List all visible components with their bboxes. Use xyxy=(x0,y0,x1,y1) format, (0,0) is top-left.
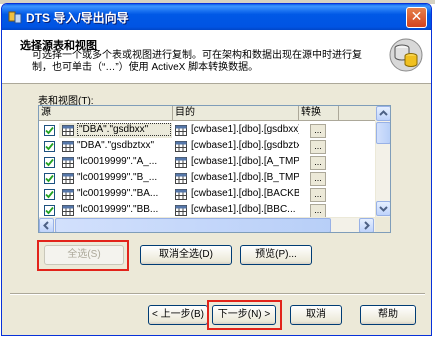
back-button[interactable]: < 上一步(B) xyxy=(148,305,208,325)
scroll-right-button[interactable] xyxy=(359,218,374,232)
scrollbar-corner xyxy=(375,217,390,232)
column-transform[interactable]: 转换 xyxy=(299,106,339,121)
step-description: 可选择一个或多个表或视图进行复制。可在架构和数据出现在源中时进行复制，也可单击（… xyxy=(32,50,362,73)
column-destination[interactable]: 目的 xyxy=(173,106,299,121)
table-icon xyxy=(175,157,187,168)
table-icon xyxy=(175,141,187,152)
transform-button[interactable]: ... xyxy=(310,124,326,138)
checkmark-icon xyxy=(45,126,54,135)
horizontal-scrollbar[interactable] xyxy=(39,217,375,232)
destination-name[interactable]: [cwbase1].[dbo].[A_TMP] xyxy=(191,156,299,167)
destination-name[interactable]: [cwbase1].[dbo].[gsdbztxx] xyxy=(191,140,299,151)
transform-button[interactable]: ... xyxy=(310,204,326,218)
table-row[interactable]: "DBA"."gsdbztxx" [cwbase1].[dbo].[gsdbztx… xyxy=(39,138,375,155)
footer-separator xyxy=(10,293,425,295)
table-icon xyxy=(62,141,74,152)
column-source[interactable]: 源 xyxy=(39,106,173,121)
table-icon xyxy=(175,205,187,216)
window-title: DTS 导入/导出向导 xyxy=(26,11,129,25)
transform-button[interactable]: ... xyxy=(310,172,326,186)
source-name: "lc0019999"."B_... xyxy=(77,172,158,183)
table-icon xyxy=(62,125,74,136)
preview-button[interactable]: 预览(P)... xyxy=(240,245,312,265)
source-name: "DBA"."gsdbxx" xyxy=(77,123,171,136)
dts-app-icon xyxy=(8,10,22,24)
source-name: "lc0019999"."A_... xyxy=(77,156,158,167)
table-icon xyxy=(62,173,74,184)
destination-name[interactable]: [cwbase1].[dbo].[BBC... xyxy=(191,204,299,215)
grid-header: 源 目的 转换 xyxy=(39,106,390,121)
checkmark-icon xyxy=(45,206,54,215)
table-icon xyxy=(175,125,187,136)
row-checkbox[interactable] xyxy=(44,189,55,200)
help-button[interactable]: 帮助 xyxy=(360,305,416,325)
wizard-header: 选择源表和视图 可选择一个或多个表或视图进行复制。可在架构和数据出现在源中时进行… xyxy=(2,30,431,84)
dts-wizard-dialog: DTS 导入/导出向导 ✕ 选择源表和视图 可选择一个或多个表或视图进行复制。可… xyxy=(1,3,432,336)
table-row[interactable]: "DBA"."gsdbxx" [cwbase1].[dbo].[gsdbxx]..… xyxy=(39,122,375,139)
table-row[interactable]: "lc0019999"."A_... [cwbase1].[dbo].[A_TMP… xyxy=(39,154,375,171)
source-name: "lc0019999"."BA... xyxy=(77,188,159,199)
highlight-next xyxy=(207,300,282,330)
title-bar[interactable]: DTS 导入/导出向导 ✕ xyxy=(2,4,431,30)
source-name: "DBA"."gsdbztxx" xyxy=(77,140,155,151)
row-checkbox[interactable] xyxy=(44,157,55,168)
chevron-up-icon xyxy=(379,110,388,116)
table-row[interactable]: "lc0019999"."B_... [cwbase1].[dbo].[B_TMP… xyxy=(39,170,375,187)
table-icon xyxy=(62,157,74,168)
source-name: "lc0019999"."BB... xyxy=(77,204,159,215)
checkmark-icon xyxy=(45,142,54,151)
destination-name[interactable]: [cwbase1].[dbo].[gsdbxx] xyxy=(191,124,299,135)
horizontal-scroll-thumb[interactable] xyxy=(55,218,331,232)
table-row[interactable]: "lc0019999"."BA... [cwbase1].[dbo].[BACKB… xyxy=(39,186,375,203)
database-transfer-icon xyxy=(389,38,423,72)
row-checkbox[interactable] xyxy=(44,141,55,152)
column-filler xyxy=(339,106,375,121)
deselect-all-button[interactable]: 取消全选(D) xyxy=(140,245,232,265)
checkmark-icon xyxy=(45,190,54,199)
row-checkbox[interactable] xyxy=(44,125,55,136)
row-checkbox[interactable] xyxy=(44,205,55,216)
chevron-down-icon xyxy=(379,206,388,212)
table-icon xyxy=(175,173,187,184)
destination-name[interactable]: [cwbase1].[dbo].[B_TMP] xyxy=(191,172,299,183)
scroll-up-button[interactable] xyxy=(376,106,390,121)
transform-button[interactable]: ... xyxy=(310,188,326,202)
checkmark-icon xyxy=(45,158,54,167)
transform-button[interactable]: ... xyxy=(310,156,326,170)
table-icon xyxy=(62,189,74,200)
cancel-button[interactable]: 取消 xyxy=(290,305,342,325)
tables-views-grid[interactable]: 源 目的 转换 "DBA"."gsdbxx" [cwbase1].[dbo].[g… xyxy=(38,105,391,233)
table-icon xyxy=(175,189,187,200)
row-checkbox[interactable] xyxy=(44,173,55,184)
checkmark-icon xyxy=(45,174,54,183)
vertical-scroll-thumb[interactable] xyxy=(376,122,390,144)
transform-button[interactable]: ... xyxy=(310,140,326,154)
close-button[interactable]: ✕ xyxy=(406,7,427,28)
vertical-scrollbar[interactable] xyxy=(375,106,390,217)
chevron-left-icon xyxy=(43,221,49,230)
scroll-down-button[interactable] xyxy=(376,201,390,216)
highlight-select-all xyxy=(37,240,129,271)
table-icon xyxy=(62,205,74,216)
chevron-right-icon xyxy=(364,221,370,230)
destination-name[interactable]: [cwbase1].[dbo].[BACKBB] xyxy=(191,188,299,199)
scroll-left-button[interactable] xyxy=(39,218,54,232)
